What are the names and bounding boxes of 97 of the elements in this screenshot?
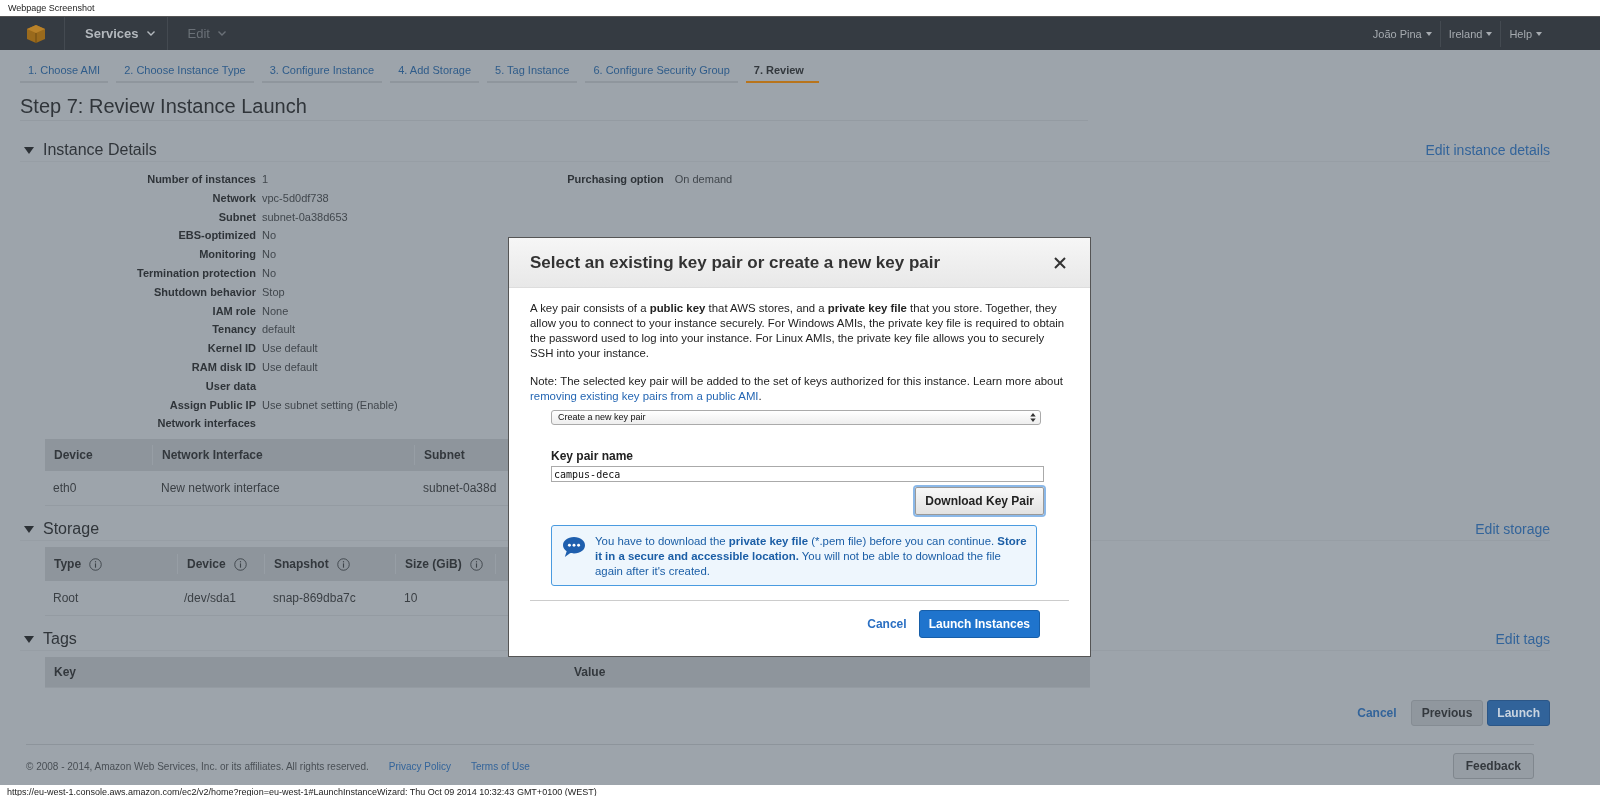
detail-label: Monitoring (198, 247, 256, 263)
column-header: Key (54, 665, 76, 680)
close-icon[interactable] (1054, 256, 1066, 269)
section-title: Storage (43, 520, 100, 539)
wizard-step-tab[interactable]: 4. Add Storage (390, 61, 479, 83)
updown-arrows-icon (1030, 413, 1036, 422)
caret-icon (1425, 31, 1432, 36)
caret-icon (1486, 31, 1493, 36)
detail-label: Shutdown behavior (152, 284, 256, 300)
column-header: Network Interface (162, 448, 263, 463)
detail-label: Network (211, 190, 256, 206)
detail-value: No (262, 267, 277, 279)
column-header: Type (54, 557, 82, 572)
speech-bubble-icon (562, 536, 586, 558)
detail-label: Purchasing option (566, 172, 664, 187)
detail-label: Subnet (217, 209, 256, 225)
caret-icon (217, 31, 226, 36)
key-pair-name-field[interactable]: campus-deca (551, 466, 1044, 482)
edit-link[interactable]: Edit tags (1495, 631, 1550, 648)
detail-label: EBS-optimized (177, 228, 256, 244)
table-cell: snap-869dba7c (273, 591, 356, 606)
collapse-triangle-icon[interactable] (24, 146, 34, 154)
detail-label: IAM role (211, 303, 256, 319)
nav-menu[interactable]: Services (64, 17, 167, 50)
footer-link[interactable]: Terms of Use (470, 760, 530, 772)
column-header: Subnet (424, 448, 465, 463)
detail-label: RAM disk ID (190, 359, 256, 375)
wizard-step-tab[interactable]: 3. Configure Instance (261, 61, 383, 83)
detail-label: Assign Public IP (168, 397, 256, 413)
info-icon[interactable] (469, 557, 483, 571)
detail-value: No (262, 229, 277, 242)
nav-menu[interactable]: Ireland (1440, 20, 1502, 47)
table-cell: eth0 (53, 481, 77, 496)
detail-label: Number of instances (146, 172, 256, 187)
wizard-step-tab[interactable]: 5. Tag Instance (487, 61, 578, 83)
note-paragraph: Note: The selected key pair will be added to the set of keys authorized for this instance. Learn more about removing existing key pairs from a public AMI. (530, 374, 1064, 404)
detail-value: 1 (262, 173, 269, 185)
table-cell: Root (53, 591, 79, 606)
learn-more-link[interactable]: removing existing key pairs from a public AMI (530, 390, 759, 402)
table-cell: /dev/sda1 (184, 591, 237, 606)
info-icon[interactable] (89, 557, 103, 571)
field-label: Key pair name (551, 449, 635, 463)
edit-link[interactable]: Edit instance details (1425, 142, 1550, 158)
caret-icon (146, 31, 155, 36)
collapse-triangle-icon[interactable] (24, 525, 34, 533)
wizard-step-tab[interactable]: 6. Configure Security Group (585, 61, 738, 83)
detail-value: Use subnet setting (Enable) (262, 398, 398, 411)
detail-value: default (262, 323, 296, 336)
launch-button[interactable]: Launch (1487, 700, 1550, 727)
detail-value: No (262, 248, 277, 261)
info-icon[interactable] (233, 557, 247, 571)
detail-value: subnet-0a38d653 (262, 210, 348, 223)
detail-value: Stop (262, 285, 285, 298)
detail-value: On demand (674, 173, 733, 185)
table-cell: New network interface (161, 481, 280, 496)
detail-label: Termination protection (136, 266, 256, 281)
edit-link[interactable]: Edit storage (1475, 521, 1550, 538)
detail-value: None (262, 304, 289, 317)
cancel-link[interactable]: Cancel (1357, 706, 1397, 721)
feedback-button[interactable]: Feedback (1452, 753, 1534, 780)
wizard-step-tab[interactable]: 7. Review (745, 61, 819, 83)
detail-label: User data (204, 378, 256, 394)
footer-link[interactable]: Privacy Policy (388, 760, 451, 772)
detail-label: Kernel ID (206, 341, 256, 357)
column-header: Device (187, 557, 226, 572)
detail-value: vpc-5d0df738 (262, 191, 329, 204)
launch-instances-button[interactable]: Launch Instances (918, 610, 1040, 638)
previous-button[interactable]: Previous (1410, 700, 1484, 727)
key-pair-select[interactable]: Create a new key pair (551, 410, 1041, 425)
table-cell: 10 (404, 591, 418, 606)
detail-label: Tenancy (211, 322, 256, 338)
detail-label: Network interfaces (156, 416, 256, 432)
column-header: Value (574, 665, 606, 680)
section-title: Instance Details (43, 141, 157, 159)
column-header: Snapshot (274, 557, 329, 572)
nav-menu[interactable]: Help (1501, 20, 1550, 47)
column-header: Size (GiB) (405, 557, 462, 572)
page-title: Step 7: Review Instance Launch (20, 95, 308, 118)
page-caption: Webpage Screenshot (0, 0, 1600, 16)
wizard-step-tab[interactable]: 1. Choose AMI (20, 61, 109, 83)
detail-value: Use default (262, 342, 318, 355)
detail-value: Use default (262, 360, 318, 373)
column-header: Device (54, 448, 93, 463)
table-cell: subnet-0a38d (423, 481, 497, 496)
cube-logo-icon[interactable] (26, 23, 46, 44)
section-title: Tags (43, 630, 77, 649)
dialog-title: Select an existing key pair or create a new key pair (530, 252, 941, 273)
info-text: You have to download the private key file (*.pem file) before you can continue. Store it in a secure and accessible location. You will not be able to download the file again after it's created. (595, 534, 1028, 579)
wizard-step-tab[interactable]: 2. Choose Instance Type (116, 61, 254, 83)
info-icon[interactable] (336, 557, 350, 571)
caret-icon (1536, 31, 1542, 36)
intro-paragraph: A key pair consists of a public key that AWS stores, and a private key file that you store. Together, they allow you to connect to your instance securely. For Windows AMIs, the private key file is required to obtain the password used to log into your instance. For Linux AMIs, the private key file allows you to securely SSH into your instance. (530, 301, 1066, 361)
collapse-triangle-icon[interactable] (24, 635, 34, 643)
nav-menu[interactable]: João Pina (1364, 20, 1441, 47)
cancel-link[interactable]: Cancel (867, 617, 907, 631)
copyright-text: © 2008 - 2014, Amazon Web Services, Inc. or its affiliates. All rights reserved. (26, 760, 369, 772)
download-key-pair-button[interactable]: Download Key Pair (915, 487, 1044, 515)
